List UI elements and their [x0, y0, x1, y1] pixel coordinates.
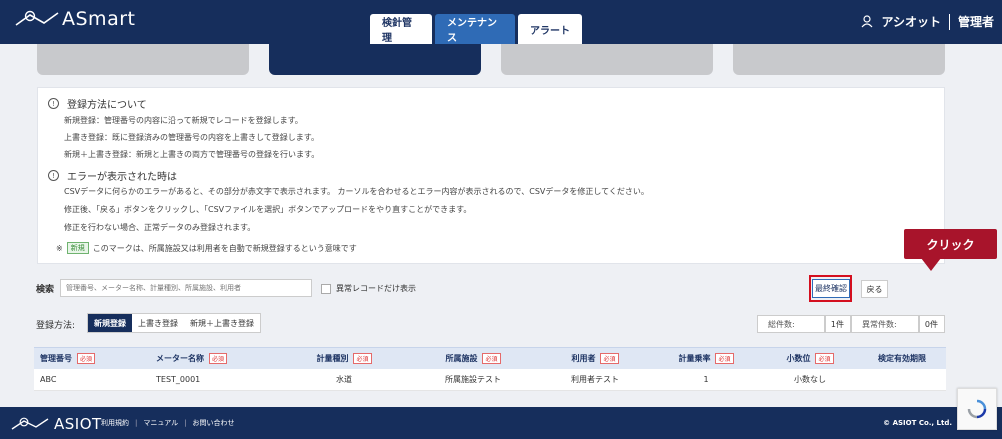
col-measure-type: 計量種別 必須 [282, 348, 406, 369]
recaptcha-icon [967, 399, 987, 419]
progress-steps [37, 44, 945, 75]
app-footer: ASIOT 利用規約 | マニュアル | お問い合わせ © ASIOT Co.,… [0, 407, 1002, 439]
user-role: 管理者 [957, 15, 994, 29]
recaptcha-badge[interactable] [957, 388, 997, 430]
required-badge: 必須 [482, 353, 501, 364]
new-badge: 新規 [66, 242, 89, 254]
user-divider [948, 13, 950, 30]
user-menu[interactable]: アシオット 管理者 [861, 13, 994, 30]
col-multiplier: 計量乗率 必須 [650, 348, 762, 369]
col-user: 利用者 必須 [540, 348, 650, 369]
step-1 [37, 44, 249, 75]
error-count-label: 異常件数: [851, 315, 919, 333]
registration-method-tabs: 新規登録 上書き登録 新規＋上書き登録 [87, 313, 261, 333]
search-input[interactable] [60, 279, 312, 297]
reg-tab-overwrite[interactable]: 上書き登録 [132, 314, 184, 332]
footer-separator: | [184, 419, 187, 427]
step-4 [733, 44, 945, 75]
app-logo[interactable]: ASmart [14, 8, 135, 30]
copyright: © ASIOT Co., Ltd. [883, 419, 952, 427]
import-preview-table: 管理番号 必須 メーター名称 必須 計量種別 必須 所属施設 必須 利用者 必須 計量乗率… [34, 347, 946, 391]
tab-maintenance[interactable]: メンテナンス [435, 14, 515, 44]
required-badge: 必須 [600, 353, 619, 364]
cell-user: 利用者テスト [571, 375, 619, 384]
record-counts: 総件数: 1件 異常件数: 0件 [757, 315, 945, 333]
info-panel: ! 登録方法について 新規登録：管理番号の内容に沿って新規でレコードを登録します… [37, 87, 945, 264]
tab-meter-reading[interactable]: 検針管理 [370, 14, 432, 44]
user-icon [861, 15, 873, 28]
footer-separator: | [135, 419, 138, 427]
user-name: アシオット [881, 15, 941, 29]
reg-tab-new[interactable]: 新規登録 [88, 314, 132, 332]
search-label: 検索 [36, 285, 55, 295]
info-icon: ! [48, 170, 59, 181]
required-badge: 必須 [209, 353, 228, 364]
cell-expiry [858, 369, 946, 390]
click-callout: クリック [904, 229, 997, 259]
total-count-value: 1件 [825, 315, 851, 333]
cell-meter-name: TEST_0001 [156, 375, 201, 384]
checkbox-icon[interactable] [321, 283, 331, 294]
app-header: ASmart 検針管理 メンテナンス アラート アシオット 管理者 [0, 0, 1002, 44]
abnormal-only-label: 異常レコードだけ表示 [336, 284, 416, 293]
reg-tab-new-overwrite[interactable]: 新規＋上書き登録 [184, 314, 260, 332]
final-confirm-button[interactable]: 最終確認 [812, 279, 850, 298]
required-badge: 必須 [815, 353, 834, 364]
note-prefix: ※ [56, 243, 63, 253]
footer-logo-text: ASIOT [54, 415, 102, 433]
required-badge: 必須 [715, 353, 734, 364]
back-button[interactable]: 戻る [861, 280, 888, 298]
contact-link[interactable]: お問い合わせ [193, 418, 235, 428]
footer-links: 利用規約 | マニュアル | お問い合わせ [101, 418, 235, 428]
logo-mark-icon [11, 417, 49, 430]
registration-info-heading: ! 登録方法について [48, 96, 147, 111]
info-line: CSVデータに何らかのエラーがあると、その部分が赤文字で表示されます。 カーソル… [64, 187, 649, 196]
col-facility: 所属施設 必須 [406, 348, 540, 369]
cell-facility: 所属施設テスト [445, 375, 501, 384]
cell-management-no: ABC [40, 375, 57, 384]
manual-link[interactable]: マニュアル [143, 418, 178, 428]
main-tabs: 検針管理 メンテナンス アラート [370, 14, 582, 44]
registration-info-title: 登録方法について [67, 100, 147, 111]
table-header-row: 管理番号 必須 メーター名称 必須 計量種別 必須 所属施設 必須 利用者 必須 計量乗率… [34, 347, 946, 369]
col-expiry: 検定有効期限 [878, 354, 926, 363]
info-line: 新規登録：管理番号の内容に沿って新規でレコードを登録します。 [64, 116, 303, 125]
registration-method-label: 登録方法: [36, 321, 76, 331]
total-count-label: 総件数: [757, 315, 825, 333]
logo-mark-icon [15, 10, 59, 26]
note-text: このマークは、所属施設又は利用者を自動で新規登録するという意味です [92, 243, 357, 253]
col-meter-name: メーター名称 必須 [150, 348, 282, 369]
footer-logo[interactable]: ASIOT [10, 415, 102, 433]
required-badge: 必須 [353, 353, 372, 364]
cell-decimal: 小数なし [794, 375, 826, 384]
cell-measure-type: 水道 [336, 375, 352, 384]
info-line: 修正を行わない場合、正常データのみ登録されます。 [64, 223, 256, 232]
step-3 [501, 44, 713, 75]
required-badge: 必須 [77, 353, 96, 364]
new-mark-note: ※ 新規 このマークは、所属施設又は利用者を自動で新規登録するという意味です [56, 242, 357, 254]
callout-pointer [921, 258, 941, 271]
table-row[interactable]: ABC TEST_0001 水道 所属施設テスト 利用者テスト 1 小数なし [34, 369, 946, 391]
step-2-current [269, 44, 481, 75]
info-line: 上書き登録：既に登録済みの管理番号の内容を上書きして登録します。 [64, 133, 319, 142]
error-info-heading: ! エラーが表示された時は [48, 168, 177, 183]
col-decimal: 小数位 必須 [762, 348, 858, 369]
cell-multiplier: 1 [703, 375, 709, 384]
col-management-no: 管理番号 必須 [34, 348, 150, 369]
error-count-value: 0件 [919, 315, 945, 333]
terms-link[interactable]: 利用規約 [101, 418, 129, 428]
abnormal-only-toggle[interactable]: 異常レコードだけ表示 [321, 283, 416, 294]
app-logo-text: ASmart [62, 8, 136, 30]
error-info-title: エラーが表示された時は [67, 172, 177, 183]
info-icon: ! [48, 98, 59, 109]
info-line: 修正後、「戻る」ボタンをクリックし、「CSVファイルを選択」ボタンでアップロード… [64, 205, 472, 214]
info-line: 新規＋上書き登録：新規と上書きの両方で管理番号の登録を行います。 [64, 150, 320, 159]
tab-alert[interactable]: アラート [518, 14, 582, 44]
